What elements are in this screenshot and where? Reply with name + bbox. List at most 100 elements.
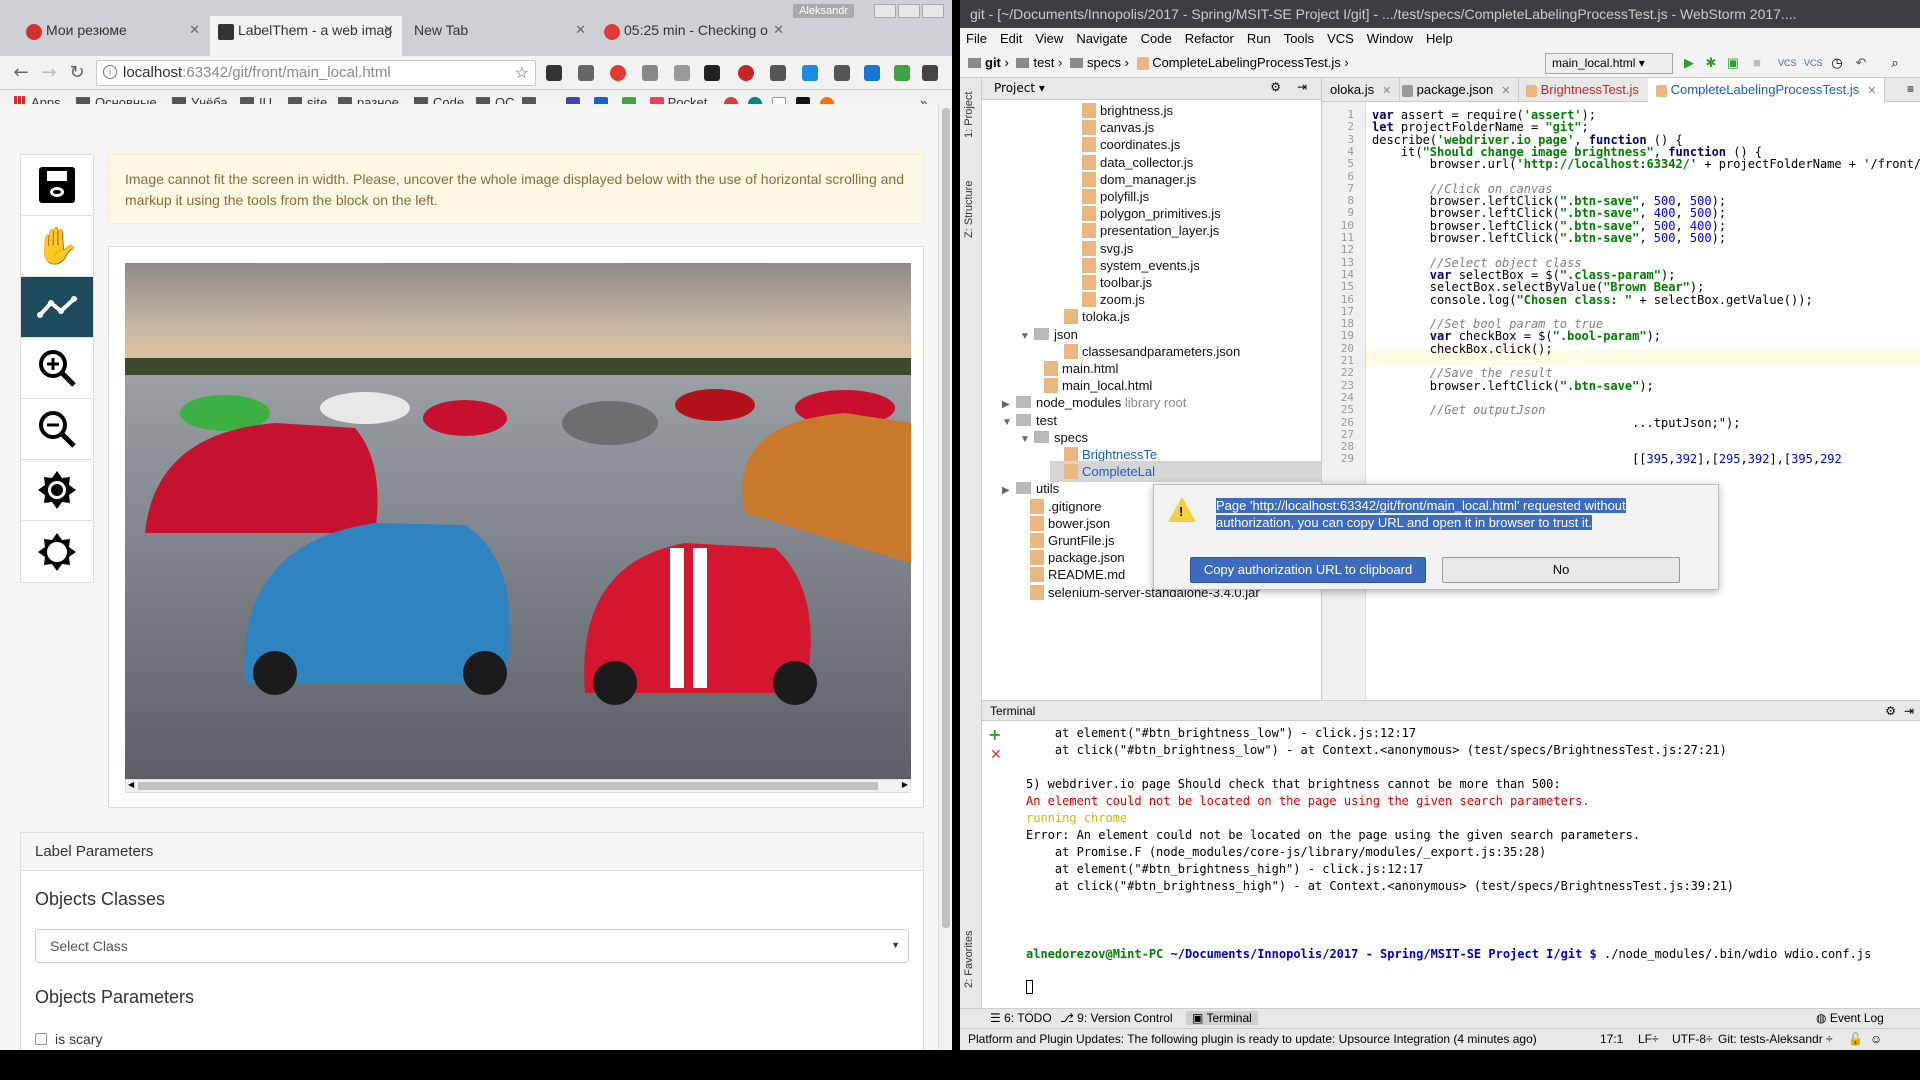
scroll-left-icon[interactable]: ◀: [128, 780, 134, 789]
music-ext-icon[interactable]: [922, 65, 938, 81]
menu-tools[interactable]: Tools: [1284, 31, 1314, 46]
kaspersky-ext-icon[interactable]: [770, 65, 786, 81]
info-icon[interactable]: i: [103, 65, 117, 79]
menu-view[interactable]: View: [1035, 31, 1063, 46]
vcs-commit-icon[interactable]: VCS: [1804, 56, 1823, 70]
close-tab-icon[interactable]: ✕: [383, 22, 394, 38]
favorites-tool-tab[interactable]: 2: Favorites: [963, 931, 975, 988]
image-canvas[interactable]: [125, 263, 911, 779]
close-session-icon[interactable]: ✕: [990, 747, 1002, 763]
back-icon[interactable]: ←: [10, 62, 32, 83]
profile-badge[interactable]: Aleksandr: [793, 4, 854, 18]
breadcrumb-item[interactable]: test ›: [1016, 55, 1062, 70]
tab-new[interactable]: New Tab ✕: [404, 16, 594, 56]
menu-help[interactable]: Help: [1426, 31, 1453, 46]
inspector-icon[interactable]: ☺: [1870, 1032, 1882, 1046]
brightness-up-tool-button[interactable]: [21, 460, 93, 521]
forward-icon[interactable]: →: [38, 62, 60, 83]
structure-tool-tab[interactable]: Z: Structure: [963, 181, 975, 238]
file-encoding[interactable]: UTF-8÷: [1672, 1032, 1713, 1046]
new-session-icon[interactable]: +: [988, 725, 1001, 744]
run-config-select[interactable]: main_local.html ▾: [1545, 53, 1673, 74]
close-window-button[interactable]: [922, 4, 944, 18]
address-bar[interactable]: i localhost:63342/git/front/main_local.h…: [96, 60, 536, 86]
project-dropdown[interactable]: Project: [994, 81, 1035, 95]
stop-icon[interactable]: ■: [1750, 56, 1764, 70]
zoom-out-tool-button[interactable]: [21, 399, 93, 460]
pocket-ext-icon[interactable]: [546, 65, 562, 81]
close-tab-icon[interactable]: ✕: [773, 22, 784, 38]
gear-ext-icon[interactable]: [738, 65, 754, 81]
line-separator[interactable]: LF÷: [1638, 1032, 1659, 1046]
caret-position[interactable]: 17:1: [1600, 1032, 1623, 1046]
breadcrumb-item[interactable]: CompleteLabelingProcessTest.js ›: [1136, 55, 1349, 71]
close-tab-icon[interactable]: ✕: [1382, 85, 1391, 97]
expand-arrow-icon[interactable]: ▼: [1020, 429, 1034, 450]
tabs-overflow-icon[interactable]: ≡: [1907, 82, 1914, 96]
lt-ext-icon[interactable]: [704, 65, 720, 81]
opera-ext-icon[interactable]: [610, 65, 626, 81]
star-icon[interactable]: ☆: [515, 63, 529, 83]
scroll-right-icon[interactable]: ▶: [902, 780, 908, 789]
menu-navigate[interactable]: Navigate: [1076, 31, 1127, 46]
translate-ext-icon[interactable]: [802, 65, 818, 81]
code-editor[interactable]: 1 2 3 4 5 6 7 8 9 10 11 12 13 14 15 16 17 18 19 20 21 22 23 24 2…: [1322, 102, 1920, 700]
status-message[interactable]: Platform and Plugin Updates: The followi…: [968, 1032, 1537, 1046]
run-icon[interactable]: ▶: [1682, 56, 1696, 70]
editor-tab[interactable]: BrightnessTest.js✕: [1518, 78, 1666, 102]
event-log-tab[interactable]: ◍ Event Log: [1816, 1011, 1884, 1025]
menu-refactor[interactable]: Refactor: [1185, 31, 1234, 46]
zoom-in-tool-button[interactable]: [21, 338, 93, 399]
gear-icon[interactable]: ⚙: [1270, 80, 1281, 94]
menu-vcs[interactable]: VCS: [1327, 31, 1354, 46]
brightness-down-tool-button[interactable]: [21, 521, 93, 582]
todo-tab[interactable]: ☰ 6: TODO: [990, 1011, 1052, 1025]
terminal-output[interactable]: at element("#btn_brightness_low") - clic…: [1026, 725, 1871, 999]
abp-ext-icon[interactable]: [642, 65, 658, 81]
minimize-button[interactable]: [874, 4, 896, 18]
is-scary-checkbox[interactable]: is scary: [35, 1031, 102, 1047]
hide-icon[interactable]: ⇥: [1297, 80, 1307, 94]
pan-tool-button[interactable]: ✋: [21, 216, 93, 277]
revert-icon[interactable]: ↶: [1854, 56, 1868, 70]
no-button[interactable]: No: [1442, 557, 1680, 583]
tab-video[interactable]: 05:25 min - Checking o ✕: [596, 16, 792, 56]
class-select[interactable]: Select Class ▼: [35, 929, 909, 963]
save-tool-button[interactable]: [21, 155, 93, 216]
terminal-tab[interactable]: ▣ Terminal: [1186, 1011, 1258, 1025]
tab-resume[interactable]: Мои резюме ✕: [18, 16, 208, 56]
editor-tab[interactable]: oloka.js ✕: [1322, 78, 1401, 102]
polyline-tool-button[interactable]: [21, 277, 93, 338]
close-tab-icon[interactable]: ✕: [189, 22, 200, 38]
reload-icon[interactable]: ↻: [66, 62, 88, 83]
terminal-cursor[interactable]: [1026, 980, 1871, 999]
version-control-tab[interactable]: ⎇ 9: Version Control: [1060, 1011, 1173, 1025]
breadcrumb-item[interactable]: specs ›: [1070, 55, 1129, 70]
copy-url-button[interactable]: Copy authorization URL to clipboard: [1190, 557, 1426, 583]
coverage-icon[interactable]: ▣: [1726, 56, 1740, 70]
menu-code[interactable]: Code: [1141, 31, 1172, 46]
shield-ext-icon[interactable]: [894, 65, 910, 81]
x-ext-icon[interactable]: [864, 65, 880, 81]
hide-panel-icon[interactable]: ⇥: [1904, 704, 1914, 718]
editor-tab[interactable]: package.json ✕: [1394, 78, 1520, 102]
horizontal-scrollbar[interactable]: ◀ ▶: [125, 779, 911, 793]
scroll-thumb[interactable]: [138, 782, 878, 790]
history-icon[interactable]: ◷: [1830, 56, 1844, 70]
close-tab-icon[interactable]: ✕: [575, 22, 586, 38]
eyedropper-ext-icon[interactable]: [834, 65, 850, 81]
expand-arrow-icon[interactable]: ▼: [1002, 412, 1016, 433]
ghostery-ext-icon[interactable]: [578, 65, 594, 81]
expand-arrow-icon[interactable]: ▼: [1020, 326, 1034, 347]
debug-icon[interactable]: ✱: [1704, 56, 1718, 70]
close-tab-icon[interactable]: ✕: [1501, 85, 1510, 97]
tab-labelthem[interactable]: LabelThem - a web imag ✕: [210, 16, 402, 56]
menu-window[interactable]: Window: [1367, 31, 1413, 46]
breadcrumb-item[interactable]: git ›: [968, 55, 1009, 70]
vcs-update-icon[interactable]: VCS: [1778, 56, 1797, 70]
project-tool-tab[interactable]: 1: Project: [963, 92, 975, 138]
search-everywhere-icon[interactable]: ⌕: [1888, 56, 1902, 70]
editor-tab-active[interactable]: CompleteLabelingProcessTest.js ✕: [1648, 78, 1886, 102]
menu-file[interactable]: File: [966, 31, 987, 46]
menu-run[interactable]: Run: [1247, 31, 1271, 46]
